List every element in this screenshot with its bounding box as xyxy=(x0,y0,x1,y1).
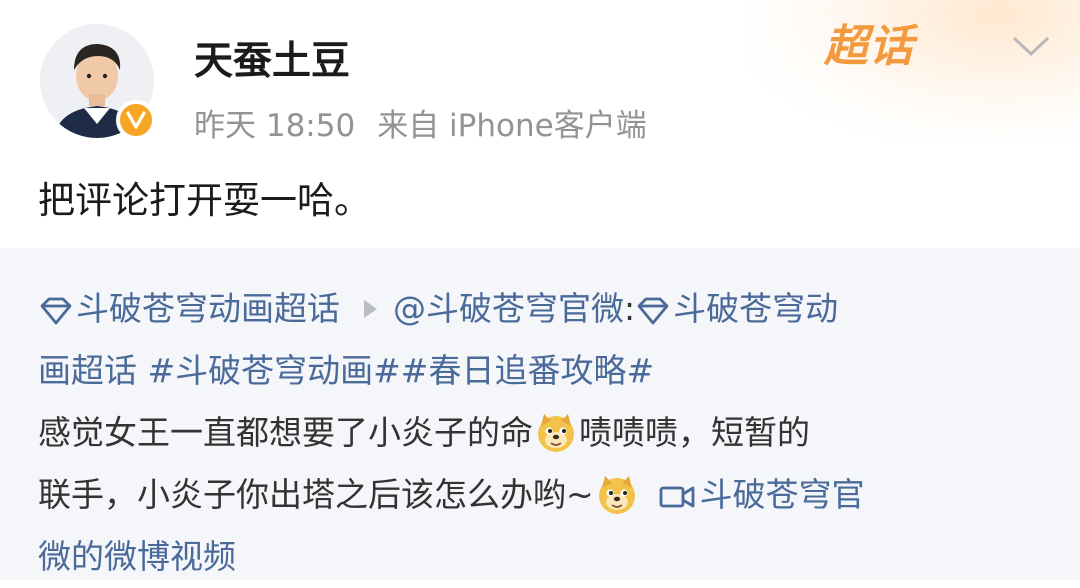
arrow-right-icon xyxy=(364,300,377,318)
repost-line-2: 画超话 #斗破苍穹动画##春日追番攻略# xyxy=(38,340,1048,402)
post-content: 把评论打开耍一哈。 xyxy=(38,179,371,222)
colon-text: : xyxy=(624,289,636,328)
verified-v-badge-icon xyxy=(116,100,156,140)
repost-text: 斗破苍穹动画超话 @斗破苍穹官微 : 斗破苍穹动 画超话 #斗破苍穹动画##春日… xyxy=(38,278,1048,588)
video-link[interactable]: 斗破苍穹官 xyxy=(640,464,865,526)
username[interactable]: 天蚕土豆 xyxy=(194,30,350,86)
post-source[interactable]: 来自 iPhone客户端 xyxy=(377,100,647,145)
repost-line-5: 微的微博视频 xyxy=(38,526,1048,588)
supertopic-link-2-cont[interactable]: 画超话 xyxy=(38,340,137,402)
hashtag-links[interactable]: #斗破苍穹动画##春日追番攻略# xyxy=(137,340,654,402)
diamond-icon xyxy=(40,297,72,324)
author-mention-link[interactable]: @斗破苍穹官微 xyxy=(393,278,624,340)
video-camera-icon xyxy=(659,486,695,507)
supertopic-badge[interactable]: 超话 xyxy=(824,10,914,74)
supertopic-link-2[interactable]: 斗破苍穹动 xyxy=(635,278,838,340)
doge-emoji-icon xyxy=(598,476,635,514)
repost-line-3: 感觉女王一直都想要了小炎子的命 啧啧啧，短暂的 xyxy=(38,402,1048,464)
supertopic-glow xyxy=(750,0,1080,140)
post-time: 昨天 18:50 xyxy=(194,108,356,144)
repost-line-1: 斗破苍穹动画超话 @斗破苍穹官微 : 斗破苍穹动 xyxy=(38,278,1048,340)
repost-line-4: 联手，小炎子你出塔之后该怎么办哟~ 斗破苍穹官 xyxy=(38,464,1048,526)
doge-emoji-icon xyxy=(538,414,574,452)
diamond-icon xyxy=(637,297,669,324)
chevron-down-icon[interactable] xyxy=(1010,32,1052,60)
post-meta: 昨天 18:50 来自 iPhone客户端 xyxy=(194,100,647,145)
repost-text-a: 感觉女王一直都想要了小炎子的命 xyxy=(38,413,533,452)
video-link-cont[interactable]: 微的微博视频 xyxy=(38,526,236,588)
repost-text-b: 啧啧啧，短暂的 xyxy=(579,413,810,452)
supertopic-link[interactable]: 斗破苍穹动画超话 xyxy=(38,278,340,340)
repost-text-c: 联手，小炎子你出塔之后该怎么办哟~ xyxy=(38,475,594,514)
